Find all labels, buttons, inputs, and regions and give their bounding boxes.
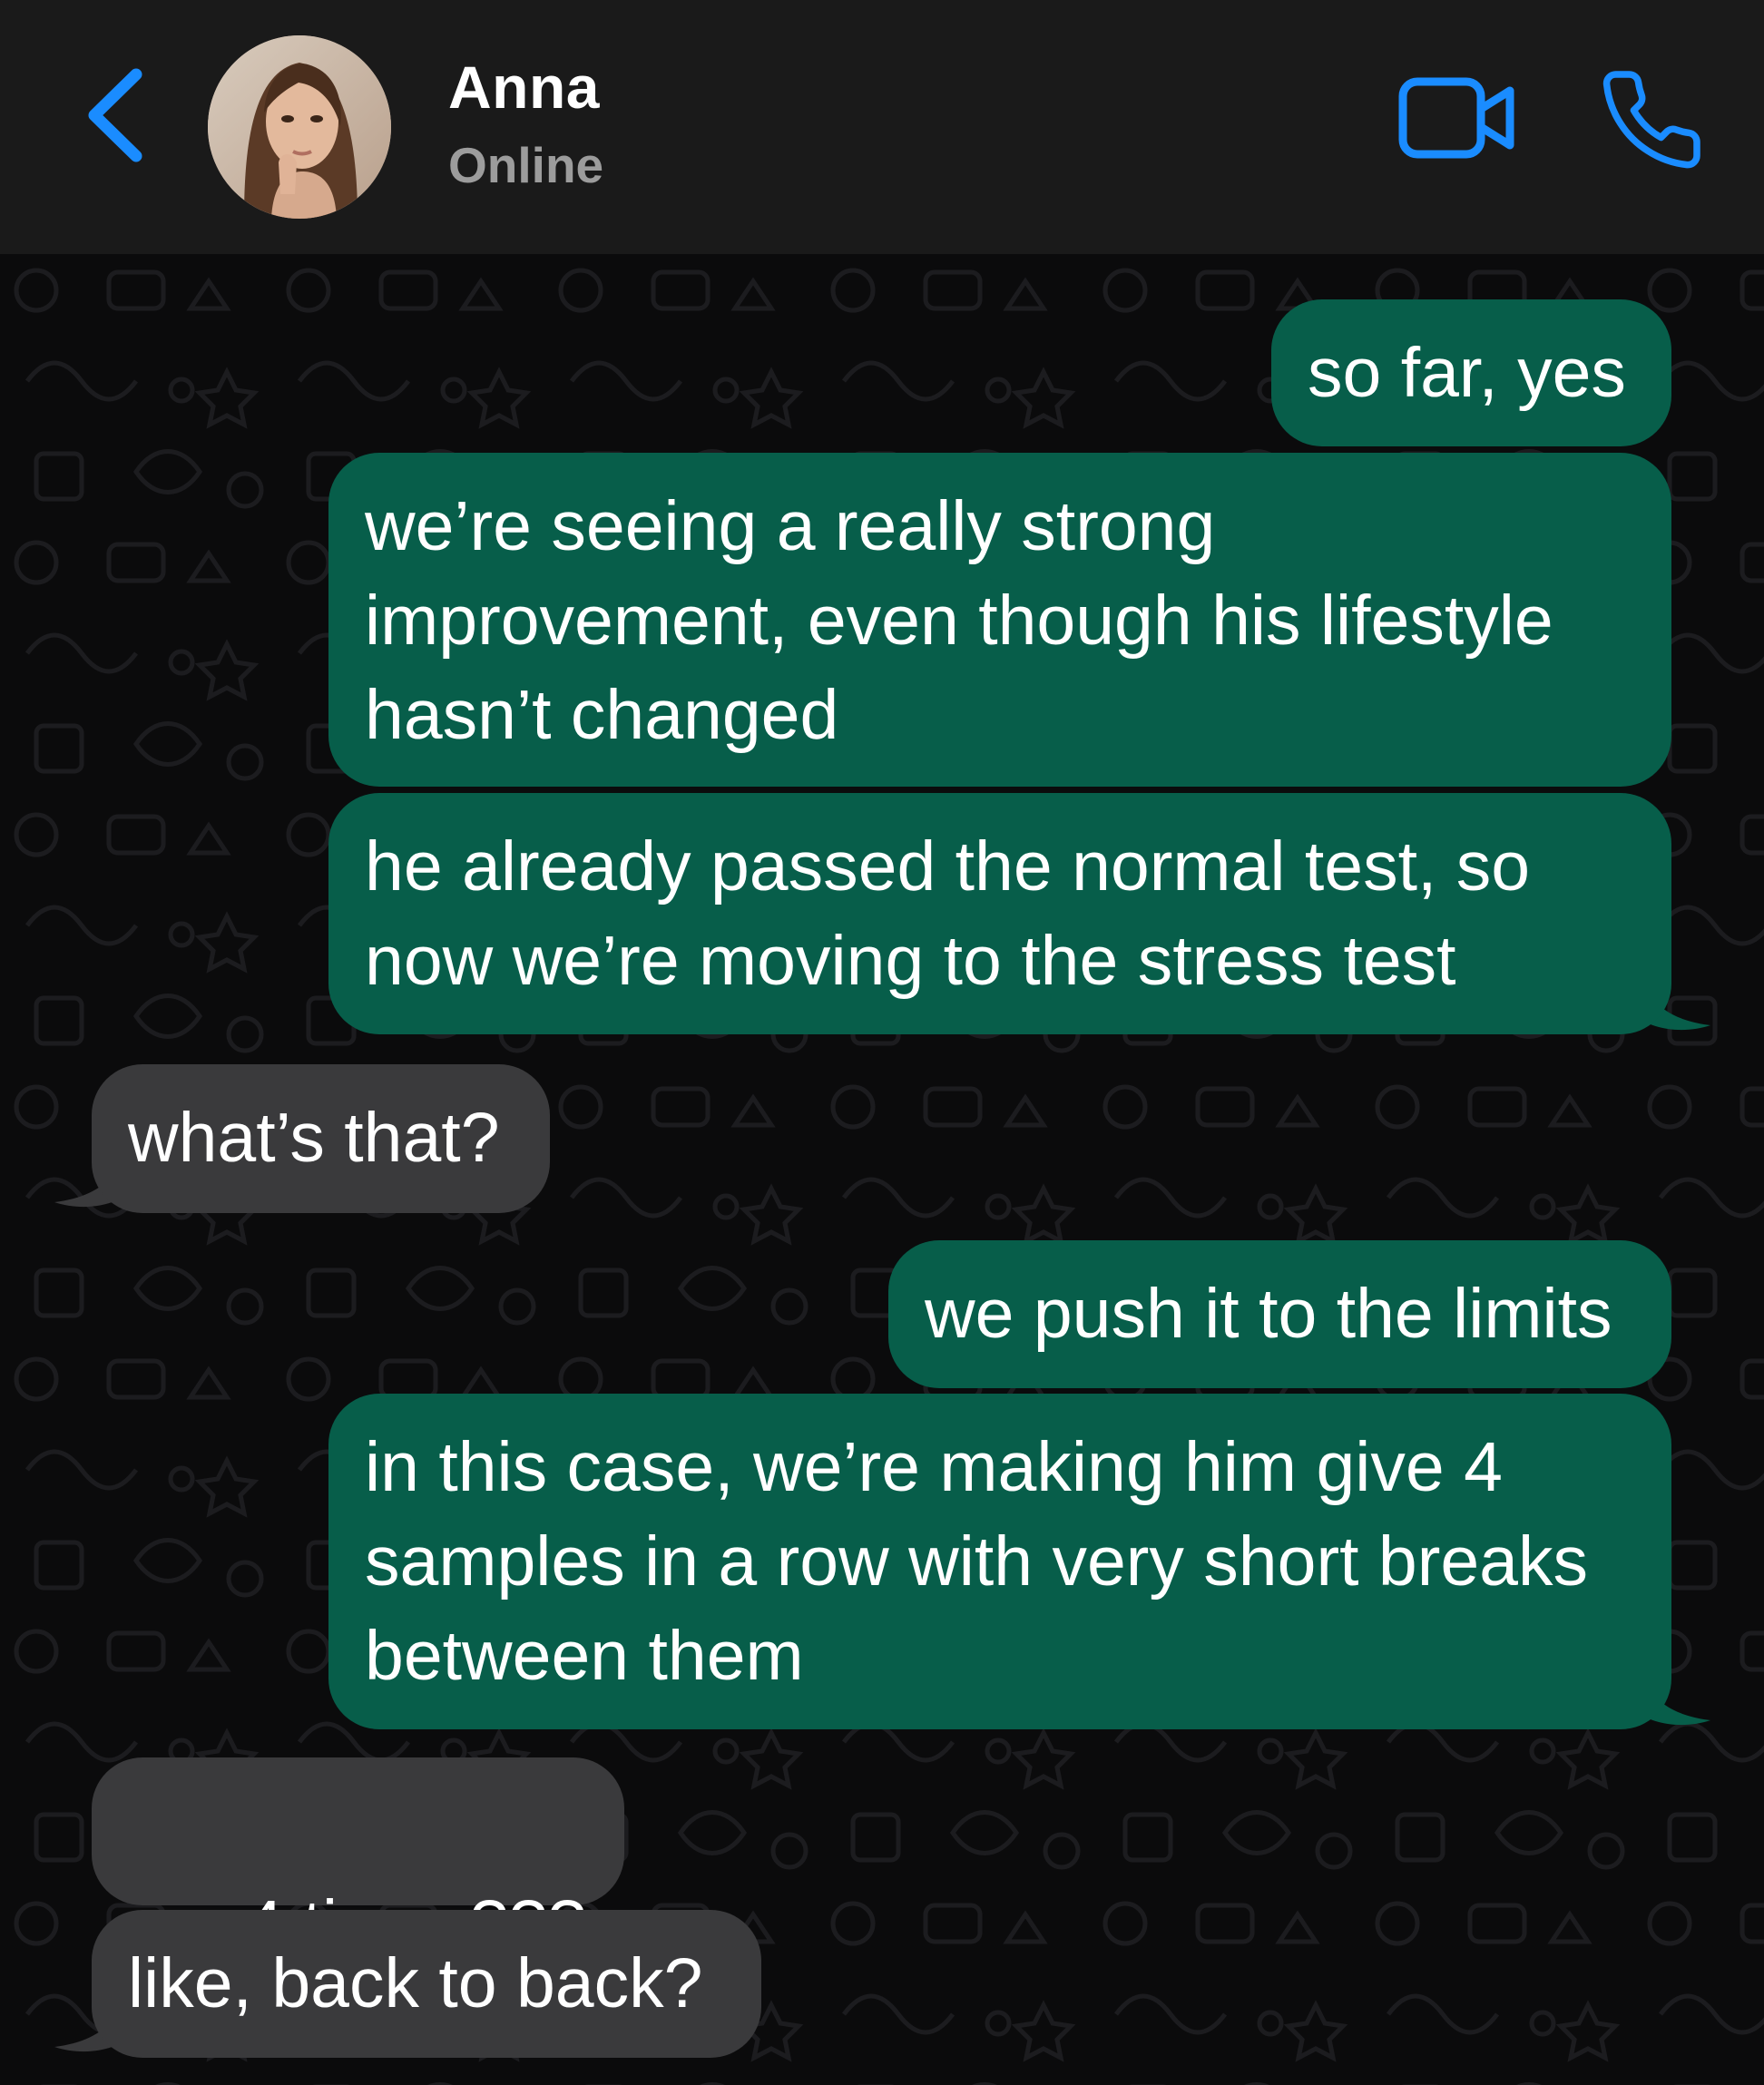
message-bubble-outgoing[interactable]: we’re seeing a really strong improvement… xyxy=(328,453,1671,787)
back-button[interactable] xyxy=(83,65,156,165)
avatar-image xyxy=(208,35,391,219)
message-bubble-outgoing[interactable]: in this case, we’re making him give 4 sa… xyxy=(328,1394,1671,1729)
voice-call-button[interactable] xyxy=(1597,65,1706,174)
chat-screen: Anna Online so far, yes we’re seeing a r… xyxy=(0,0,1764,2085)
message-bubble-outgoing[interactable]: so far, yes xyxy=(1271,299,1671,446)
video-call-button[interactable] xyxy=(1397,73,1517,163)
message-bubble-incoming[interactable]: what’s that? xyxy=(92,1064,550,1213)
avatar[interactable] xyxy=(208,35,391,219)
video-camera-icon xyxy=(1398,77,1514,159)
message-bubble-incoming[interactable]: like, back to back? xyxy=(92,1910,761,2058)
phone-icon xyxy=(1602,71,1700,169)
message-bubble-outgoing[interactable]: we push it to the limits xyxy=(888,1240,1671,1388)
message-bubble-incoming[interactable]: 4 times??? 😳 xyxy=(92,1757,624,2060)
chevron-left-icon xyxy=(88,68,142,162)
contact-name[interactable]: Anna xyxy=(448,53,600,122)
chat-header: Anna Online xyxy=(0,0,1764,254)
message-bubble-outgoing[interactable]: he already passed the normal test, so no… xyxy=(328,793,1671,1034)
contact-status: Online xyxy=(448,137,604,193)
message-list[interactable]: so far, yes we’re seeing a really strong… xyxy=(0,254,1764,2085)
